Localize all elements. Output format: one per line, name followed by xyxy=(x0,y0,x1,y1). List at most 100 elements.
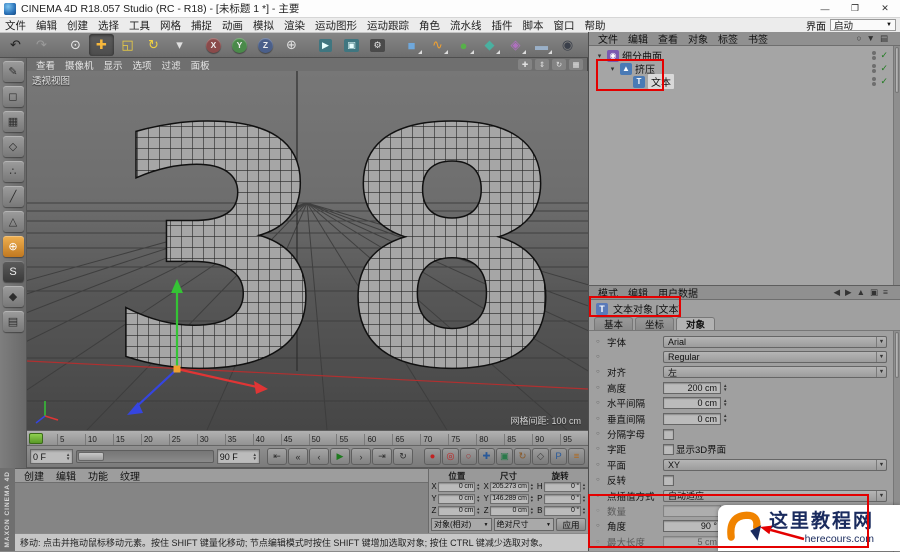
animation-dot-icon[interactable]: ○ xyxy=(596,446,603,452)
prev-key-button[interactable]: « xyxy=(288,448,309,465)
next-frame-button[interactable]: › xyxy=(351,448,372,465)
attr-checkbox-kerning[interactable] xyxy=(663,443,674,455)
animation-dot-icon[interactable]: ○ xyxy=(596,369,603,375)
prev-frame-button[interactable]: ‹ xyxy=(309,448,330,465)
x-axis-lock[interactable]: X xyxy=(201,34,226,56)
spline-pen-icon[interactable]: ∿ xyxy=(425,34,450,56)
coords-value-input[interactable]: 146.289 cm xyxy=(490,493,529,504)
live-selection-icon[interactable]: ⊙ xyxy=(63,34,88,56)
animation-dot-icon[interactable]: ○ xyxy=(596,400,603,406)
animation-dot-icon[interactable]: ○ xyxy=(596,339,603,345)
viewport-menu-1[interactable]: 查看 xyxy=(31,58,60,72)
menubar-item-15[interactable]: 插件 xyxy=(487,18,518,33)
nav-forward-icon[interactable]: ▶ xyxy=(845,287,852,298)
viewport-filter-icon[interactable]: ▤ xyxy=(2,311,24,332)
enabled-check-icon[interactable]: ✓ xyxy=(880,50,888,61)
menubar-item-1[interactable]: 文件 xyxy=(0,18,31,33)
rotate-tool-icon[interactable]: ↻ xyxy=(141,34,166,56)
viewport-menu-3[interactable]: 显示 xyxy=(99,58,128,72)
browser-icon[interactable]: ▤ xyxy=(880,33,888,44)
make-editable-icon[interactable]: ✎ xyxy=(2,61,24,82)
toggle-view-icon[interactable]: ▦ xyxy=(569,59,583,70)
goto-start-button[interactable]: ⇤ xyxy=(267,448,288,465)
nav-back-icon[interactable]: ◀ xyxy=(833,287,840,298)
viewport-menu-6[interactable]: 面板 xyxy=(186,58,215,72)
enabled-check-icon[interactable]: ✓ xyxy=(880,63,888,74)
record-scale-button[interactable]: ▣ xyxy=(496,448,514,465)
play-button[interactable]: ▶ xyxy=(330,448,351,465)
render-picture-viewer-icon[interactable]: ▣ xyxy=(339,34,364,56)
attr-select-align[interactable]: 左 ▼ xyxy=(663,366,887,379)
orbit-view-icon[interactable]: ↻ xyxy=(552,59,566,70)
interface-select[interactable]: 启动 ▼ xyxy=(830,19,896,32)
wireframe-text-object[interactable]: 38 xyxy=(103,71,573,430)
coords-value-input[interactable]: 0 ° xyxy=(543,505,582,516)
attribute-tab-1[interactable]: 基本 xyxy=(594,317,634,331)
z-axis-lock[interactable]: Z xyxy=(253,34,278,56)
record-rotation-button[interactable]: ↻ xyxy=(514,448,532,465)
subdivision-surface-icon[interactable]: ● xyxy=(451,34,476,56)
scrollbar-thumb[interactable] xyxy=(895,47,899,93)
visibility-dots[interactable] xyxy=(872,77,877,86)
menubar-item-11[interactable]: 运动图形 xyxy=(310,18,362,33)
coords-spinner[interactable]: ▲ ▼ xyxy=(476,483,480,490)
nav-up-icon[interactable]: ▲ xyxy=(857,287,865,298)
coords-mode-select[interactable]: 对象(相对) ▼ xyxy=(431,518,492,531)
minimize-button[interactable]: — xyxy=(810,0,840,17)
attr-input-horizontal-spacing[interactable]: 0 cm xyxy=(663,397,721,410)
menubar-item-17[interactable]: 窗口 xyxy=(549,18,580,33)
expand-toggle-icon[interactable]: ▾ xyxy=(608,65,617,73)
menubar-item-6[interactable]: 网格 xyxy=(155,18,186,33)
frame-range-slider[interactable] xyxy=(76,450,214,463)
viewport-menu-2[interactable]: 摄像机 xyxy=(60,58,99,72)
object-manager-menu-4[interactable]: 对象 xyxy=(683,31,713,46)
recent-tools-icon[interactable]: ▾ xyxy=(167,34,192,56)
undo-icon[interactable]: ↶ xyxy=(3,34,28,56)
menubar-item-8[interactable]: 动画 xyxy=(217,18,248,33)
deformer-icon[interactable]: ◈ xyxy=(503,34,528,56)
coords-value-input[interactable]: 0 ° xyxy=(543,493,582,504)
attr-spinner-horizontal-spacing[interactable]: ▲ ▼ xyxy=(723,398,727,407)
menubar-item-3[interactable]: 创建 xyxy=(62,18,93,33)
coords-value-input[interactable]: 0 ° xyxy=(543,481,582,492)
autokeying-button[interactable]: ◎ xyxy=(442,448,460,465)
points-mode-icon[interactable]: ∴ xyxy=(2,161,24,182)
current-frame-marker[interactable] xyxy=(29,433,43,444)
object-manager-scrollbar[interactable] xyxy=(893,46,900,285)
object-manager-menu-6[interactable]: 书签 xyxy=(743,31,773,46)
environment-icon[interactable]: ▬ xyxy=(529,34,554,56)
animation-dot-icon[interactable]: ○ xyxy=(596,385,603,391)
menubar-item-2[interactable]: 编辑 xyxy=(31,18,62,33)
render-settings-icon[interactable]: ⚙ xyxy=(365,34,390,56)
render-visibility-dot[interactable] xyxy=(872,56,877,60)
record-parameter-button[interactable]: ◇ xyxy=(532,448,550,465)
coords-value-input[interactable]: 205.273 cm xyxy=(490,481,529,492)
options-icon[interactable]: ≡ xyxy=(883,287,888,298)
range-slider-handle[interactable] xyxy=(78,452,105,461)
pan-view-icon[interactable]: ✚ xyxy=(518,59,532,70)
animation-dot-icon[interactable]: ○ xyxy=(596,539,603,545)
end-frame-field[interactable]: 90 F ▲ ▼ xyxy=(216,449,261,464)
object-manager-menu-1[interactable]: 文件 xyxy=(593,31,623,46)
timeline-ruler[interactable]: 05101520253035404550556065707580859095 xyxy=(27,430,588,446)
coords-spinner[interactable]: ▲ ▼ xyxy=(476,495,480,502)
object-item-extrude[interactable]: ▾ ▲ 挤压 ✓ xyxy=(589,62,900,76)
record-pla-button[interactable]: P xyxy=(550,448,568,465)
camera-icon[interactable]: ◉ xyxy=(555,34,580,56)
snap-icon[interactable]: S xyxy=(2,261,24,282)
attr-select-plane[interactable]: XY ▼ xyxy=(663,458,887,471)
attribute-menu-3[interactable]: 用户数据 xyxy=(653,285,703,300)
filter-icon[interactable]: ▼ xyxy=(867,33,875,44)
texture-mode-icon[interactable]: ▦ xyxy=(2,111,24,132)
coords-spinner[interactable]: ▲ ▼ xyxy=(530,495,534,502)
attr-checkbox-separate-letters[interactable] xyxy=(663,428,674,440)
editor-visibility-dot[interactable] xyxy=(872,51,877,55)
enabled-check-icon[interactable]: ✓ xyxy=(880,76,888,87)
coords-spinner[interactable]: ▲ ▼ xyxy=(530,507,534,514)
coords-spinner[interactable]: ▲ ▼ xyxy=(582,507,586,514)
expand-toggle-icon[interactable]: ▾ xyxy=(595,52,604,60)
object-item-text-spline[interactable]: T 文本 ✓ xyxy=(589,74,900,89)
animation-dot-icon[interactable]: ○ xyxy=(596,508,603,514)
render-visibility-dot[interactable] xyxy=(872,69,877,73)
edges-mode-icon[interactable]: ╱ xyxy=(2,186,24,207)
